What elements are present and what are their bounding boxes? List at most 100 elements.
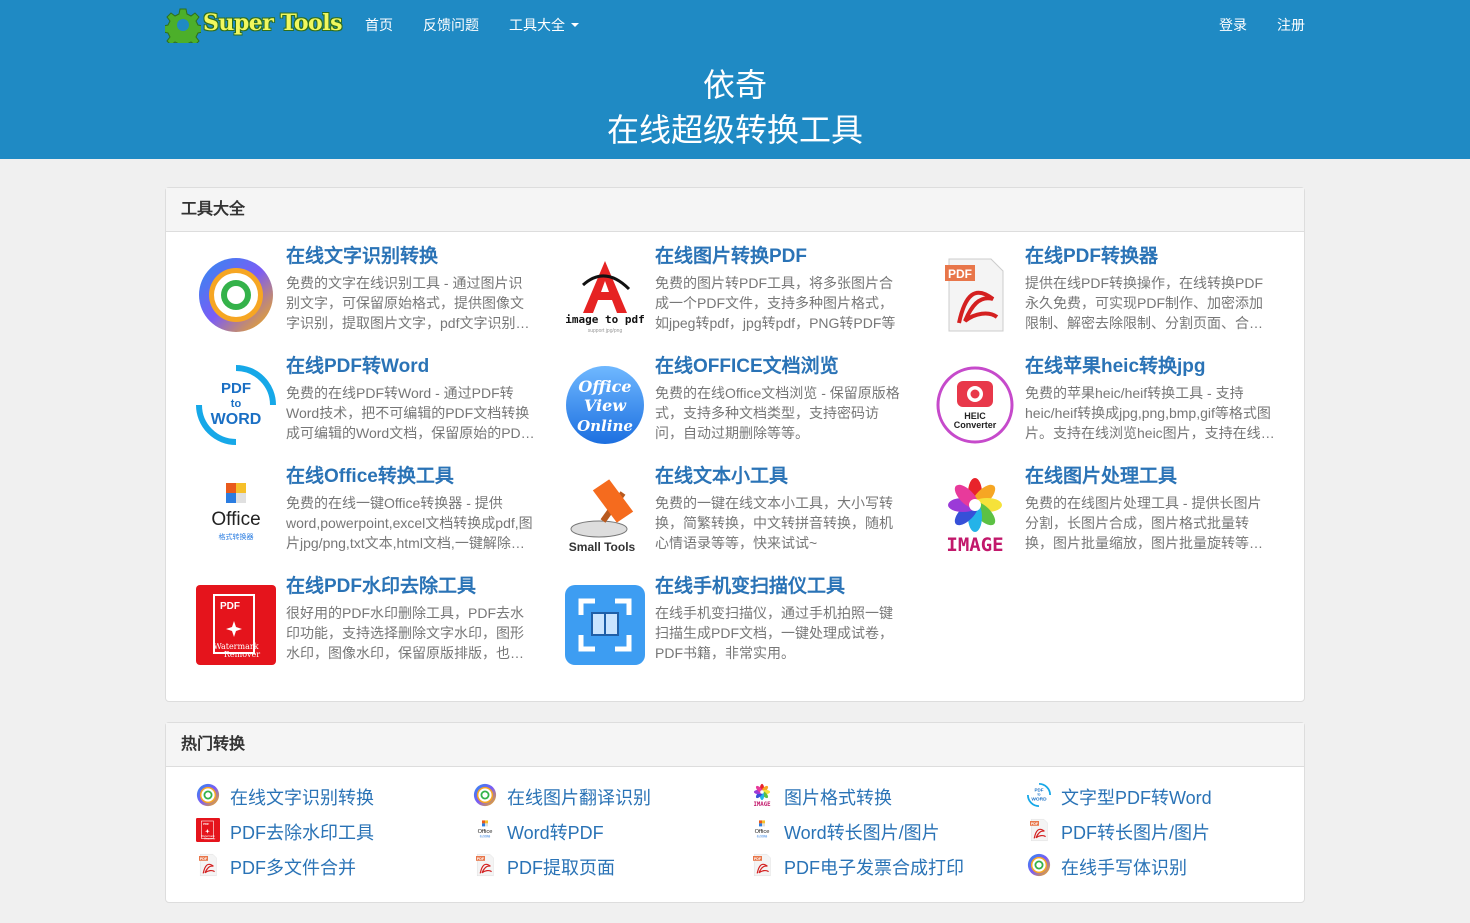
svg-text:PDF: PDF xyxy=(754,857,762,861)
hot-link[interactable]: PDF PDF多文件合并 xyxy=(196,853,466,883)
pdf-to-word-icon[interactable]: PDF to WORD xyxy=(196,365,276,445)
tool-card[interactable]: PDF 在线PDF转换器提供在线PDF转换操作，在线转换PDF永久免费，可实现PD… xyxy=(935,244,1280,344)
image-flower-icon[interactable]: IMAGE xyxy=(935,475,1015,556)
tool-title[interactable]: 在线手机变扫描仪工具 xyxy=(655,574,845,600)
pdf-to-word-icon: PDF to WORD xyxy=(1027,783,1051,807)
office-converter-icon: Office 格式转换器 xyxy=(750,818,774,842)
svg-text:Office: Office xyxy=(755,829,770,835)
tool-title[interactable]: 在线PDF水印去除工具 xyxy=(286,574,476,600)
tool-card[interactable]: PDF Watermark Remover 在线PDF水印去除工具很好用的PDF水印删… xyxy=(196,574,541,674)
nav-home[interactable]: 首页 xyxy=(365,15,393,35)
gear-icon xyxy=(165,8,201,43)
hot-link-label[interactable]: PDF多文件合并 xyxy=(230,855,356,881)
pdf-file-icon: PDF xyxy=(473,853,497,877)
register-link[interactable]: 注册 xyxy=(1277,15,1305,35)
hot-link-label[interactable]: 图片格式转换 xyxy=(784,785,892,811)
tool-title[interactable]: 在线PDF转Word xyxy=(286,354,429,380)
office-view-online-icon[interactable]: Office View Online xyxy=(565,365,645,445)
office-converter-icon[interactable]: Office 格式转换器 xyxy=(196,475,276,555)
hot-link-label[interactable]: PDF提取页面 xyxy=(507,855,615,881)
nav-tools-dropdown[interactable]: 工具大全 xyxy=(509,15,579,35)
logo[interactable]: Super Tools xyxy=(165,6,342,44)
hot-link[interactable]: 在线手写体识别 xyxy=(1027,853,1297,883)
tools-panel-heading: 工具大全 xyxy=(166,188,1304,232)
tool-description: 免费的一键在线文本小工具，大小写转换，简繁转换，中文转拼音转换，随机心情语录等等… xyxy=(655,495,893,551)
scanner-icon[interactable] xyxy=(565,585,645,665)
svg-text:Office: Office xyxy=(211,509,260,530)
tool-card[interactable]: Small Tools 在线文本小工具免费的一键在线文本小工具，大小写转换，简繁转… xyxy=(565,464,910,564)
hot-link-label[interactable]: 在线文字识别转换 xyxy=(230,785,374,811)
svg-text:Online: Online xyxy=(577,417,633,435)
nav-tools-label: 工具大全 xyxy=(509,17,565,33)
nav-feedback[interactable]: 反馈问题 xyxy=(423,15,479,35)
tool-description: 免费的苹果heic/heif转换工具 - 支持heic/heif转换成jpg,p… xyxy=(1025,385,1275,441)
tool-title[interactable]: 在线文字识别转换 xyxy=(286,244,438,270)
tool-title[interactable]: 在线图片转换PDF xyxy=(655,244,807,270)
ocr-ring-icon[interactable] xyxy=(196,255,276,335)
tool-description: 很好用的PDF水印删除工具，PDF去水印功能，支持选择删除文字水印，图形水印，图… xyxy=(286,605,524,661)
hot-link[interactable]: 在线文字识别转换 xyxy=(196,783,466,813)
pdf-file-icon: PDF xyxy=(1027,818,1051,842)
hot-link-label[interactable]: 文字型PDF转Word xyxy=(1061,785,1212,811)
tool-card[interactable]: HEIC Converter 在线苹果heic转换jpg 免费的苹果heic/heif… xyxy=(935,354,1280,454)
tool-card[interactable]: PDF to WORD 在线PDF转Word 免费的在线PDF转Word - 通过PDF… xyxy=(196,354,541,454)
tool-description: 免费的在线PDF转Word - 通过PDF转Word技术，把不可编辑的PDF文档… xyxy=(286,385,530,441)
hot-link[interactable]: PDF Watermark Remover PDF去除水印工具 xyxy=(196,818,466,848)
tool-card[interactable]: image to pdf support jpg/png 在线图片转换PDF 免费的图… xyxy=(565,244,910,344)
svg-text:View: View xyxy=(584,396,627,415)
hot-link-label[interactable]: 在线图片翻译识别 xyxy=(507,785,651,811)
tool-description: 免费的在线图片处理工具 - 提供长图片分割，长图片合成，图片格式批量转换，图片批… xyxy=(1025,495,1263,551)
tool-description: 提供在线PDF转换操作，在线转换PDF永久免费，可实现PDF制作、加密添加限制、… xyxy=(1025,275,1263,331)
hot-link[interactable]: PDF PDF电子发票合成打印 xyxy=(750,853,1020,883)
hot-link-label[interactable]: PDF转长图片/图片 xyxy=(1061,820,1210,846)
caret-down-icon xyxy=(571,23,579,27)
image-to-pdf-icon[interactable]: image to pdf support jpg/png xyxy=(565,255,645,335)
watermark-remover-icon[interactable]: PDF Watermark Remover xyxy=(196,585,276,665)
svg-text:PDF: PDF xyxy=(1035,787,1044,792)
hot-link-label[interactable]: 在线手写体识别 xyxy=(1061,855,1187,881)
hot-link[interactable]: 在线图片翻译识别 xyxy=(473,783,743,813)
ocr-ring-icon xyxy=(1027,853,1051,877)
svg-text:IMAGE: IMAGE xyxy=(946,534,1003,555)
svg-text:Remover: Remover xyxy=(224,650,260,659)
pdf-file-icon: PDF xyxy=(196,853,220,877)
hot-link[interactable]: Office 格式转换器 Word转长图片/图片 xyxy=(750,818,1020,848)
tool-card[interactable]: IMAGE 在线图片处理工具免费的在线图片处理工具 - 提供长图片分割，长图片合成… xyxy=(935,464,1280,564)
tool-title[interactable]: 在线苹果heic转换jpg xyxy=(1025,354,1206,380)
hot-link[interactable]: IMAGE 图片格式转换 xyxy=(750,783,1020,813)
svg-text:格式转换器: 格式转换器 xyxy=(219,532,254,541)
hot-link[interactable]: PDF PDF转长图片/图片 xyxy=(1027,818,1297,848)
svg-text:support jpg/png: support jpg/png xyxy=(588,328,623,334)
hot-link-label[interactable]: PDF电子发票合成打印 xyxy=(784,855,964,881)
svg-text:to: to xyxy=(1037,793,1040,797)
tool-card[interactable]: 在线手机变扫描仪工具在线手机变扫描仪，通过手机拍照一键扫描生成PDF文档，一键处… xyxy=(565,574,910,674)
tool-title[interactable]: 在线文本小工具 xyxy=(655,464,788,490)
pdf-file-icon[interactable]: PDF xyxy=(935,255,1015,335)
svg-text:WORD: WORD xyxy=(211,411,262,428)
nav-account: 登录 注册 xyxy=(1189,0,1305,50)
svg-text:WORD: WORD xyxy=(1031,797,1047,803)
tool-title[interactable]: 在线OFFICE文档浏览 xyxy=(655,354,839,380)
tool-description: 免费的图片转PDF工具，将多张图片合成一个PDF文件，支持多种图片格式，如jpe… xyxy=(655,275,896,331)
tool-card[interactable]: 在线文字识别转换 免费的文字在线识别工具 - 通过图片识别文字，可保留原始格式，提… xyxy=(196,244,541,344)
small-tools-hammer-icon[interactable]: Small Tools xyxy=(565,475,645,555)
hot-link[interactable]: PDF to WORD 文字型PDF转Word xyxy=(1027,783,1297,813)
tool-description: 在线手机变扫描仪，通过手机拍照一键扫描生成PDF文档，一键处理成试卷，PDF书籍… xyxy=(655,605,893,661)
hot-panel-heading: 热门转换 xyxy=(166,723,1304,767)
hot-link[interactable]: PDF PDF提取页面 xyxy=(473,853,743,883)
hot-link-label[interactable]: PDF去除水印工具 xyxy=(230,820,374,846)
ocr-ring-icon xyxy=(196,783,220,807)
heic-converter-icon[interactable]: HEIC Converter xyxy=(935,365,1015,445)
hot-link-label[interactable]: Word转PDF xyxy=(507,820,604,846)
hot-link[interactable]: Office 格式转换器 Word转PDF xyxy=(473,818,743,848)
tool-title[interactable]: 在线PDF转换器 xyxy=(1025,244,1158,270)
svg-text:Converter: Converter xyxy=(954,420,997,430)
hot-link-label[interactable]: Word转长图片/图片 xyxy=(784,820,940,846)
tool-card[interactable]: Office 格式转换器 在线Office转换工具 免费的在线一键Office转换器 … xyxy=(196,464,541,564)
hero-brand: 依奇 xyxy=(702,67,767,103)
tool-card[interactable]: Office View Online 在线OFFICE文档浏览 免费的在线Office文… xyxy=(565,354,910,454)
tools-panel: 工具大全 在线文字识别转换 免费的文字在线识别工具 - 通过图片识别文字，可保留原… xyxy=(165,187,1305,702)
tool-title[interactable]: 在线图片处理工具 xyxy=(1025,464,1177,490)
login-link[interactable]: 登录 xyxy=(1219,15,1247,35)
tool-title[interactable]: 在线Office转换工具 xyxy=(286,464,454,490)
